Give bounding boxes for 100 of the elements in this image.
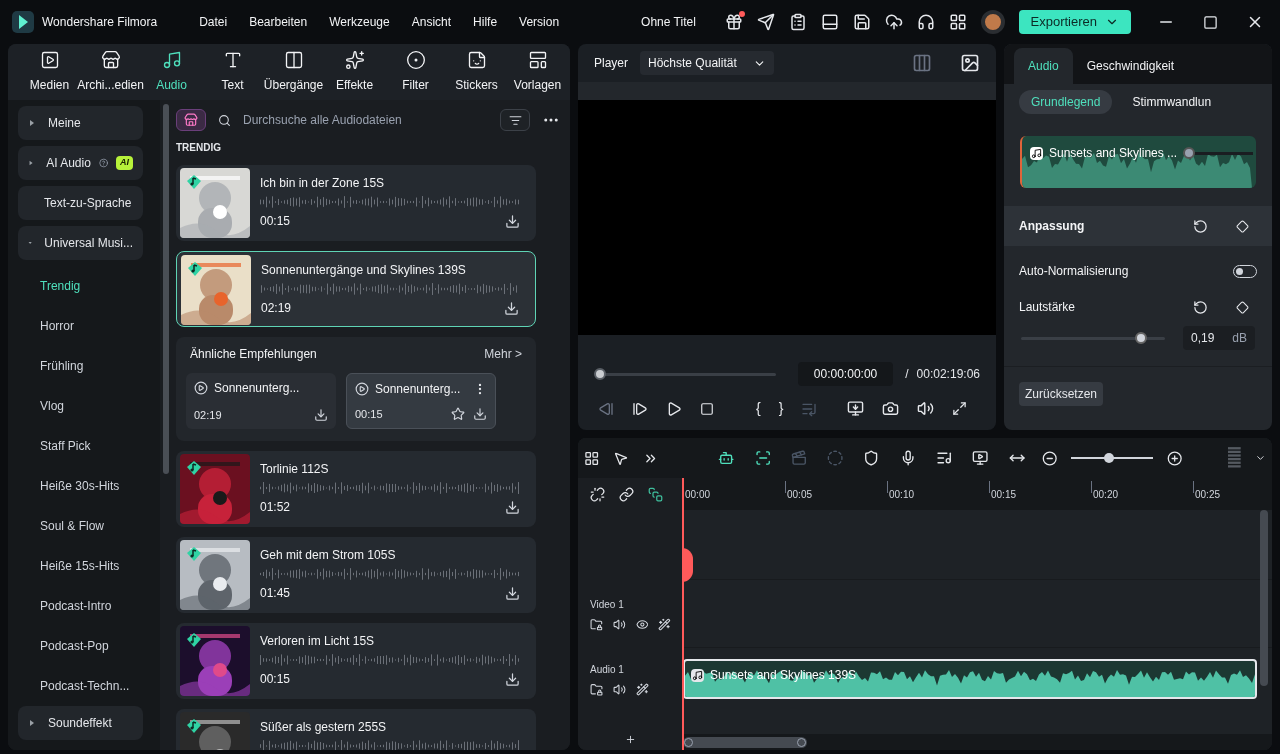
media-tab[interactable]: Filter	[386, 50, 445, 94]
save-icon[interactable]	[852, 13, 871, 31]
horizontal-scrollbar[interactable]	[683, 736, 807, 748]
stop-icon[interactable]	[700, 401, 714, 416]
star-icon[interactable]	[451, 406, 465, 421]
grid-icon[interactable]	[584, 449, 600, 467]
download-icon[interactable]	[473, 406, 487, 421]
caret-icon[interactable]	[28, 159, 35, 167]
previous-frame-icon[interactable]	[598, 400, 614, 417]
scrollbar-thumb[interactable]	[163, 104, 169, 474]
mark-out-button[interactable]: }	[778, 398, 784, 419]
subtab[interactable]: Stimmwandlun	[1120, 90, 1224, 114]
speaker-icon[interactable]	[613, 683, 626, 696]
keyframe-icon[interactable]	[1236, 300, 1249, 314]
menu-item[interactable]: Hilfe	[473, 13, 498, 31]
add-track-icon[interactable]	[625, 734, 636, 745]
maximize-icon[interactable]	[1203, 14, 1218, 30]
volume-field[interactable]: 0,19 dB	[1183, 326, 1255, 350]
track-height-icon[interactable]	[1228, 446, 1242, 470]
sidebar-item[interactable]: Heiße 30s-Hits	[18, 466, 160, 506]
reset-icon[interactable]	[1193, 299, 1208, 315]
headset-icon[interactable]	[916, 13, 935, 31]
unlink-icon[interactable]	[590, 486, 605, 502]
sidebar-group[interactable]: Meine	[18, 106, 143, 140]
media-tab[interactable]: Text	[203, 50, 262, 94]
display-icon[interactable]	[847, 400, 865, 417]
menu-item[interactable]: Werkzeuge	[329, 13, 390, 31]
track-card[interactable]: Sonnenuntergänge und Skylines 139S 02:19	[176, 251, 536, 327]
scan-icon[interactable]	[754, 449, 771, 467]
filter-button[interactable]	[500, 109, 530, 131]
zoom-thumb[interactable]	[1103, 453, 1114, 463]
cloud-upload-icon[interactable]	[884, 13, 903, 31]
menu-item[interactable]: Bearbeiten	[249, 13, 308, 31]
help-icon[interactable]	[98, 157, 108, 169]
slider-thumb[interactable]	[1134, 331, 1147, 344]
eye-icon[interactable]	[635, 618, 649, 631]
clip-icon[interactable]	[790, 449, 808, 467]
export-button[interactable]: Exportieren	[1018, 10, 1131, 34]
caret-icon[interactable]	[28, 119, 36, 127]
zoom-out-icon[interactable]	[1042, 449, 1058, 467]
reset-button[interactable]: Zurücksetzen	[1019, 382, 1104, 406]
apps-icon[interactable]	[948, 13, 967, 31]
lock-icon[interactable]	[590, 683, 603, 696]
mark-in-button[interactable]: {	[756, 398, 761, 419]
menu-item[interactable]: Version	[519, 13, 560, 31]
speaker-icon[interactable]	[612, 618, 626, 631]
volume-icon[interactable]	[917, 400, 935, 417]
recommendation-card[interactable]: Sonnenunterg... 02:19	[186, 373, 336, 429]
play-icon[interactable]	[355, 382, 369, 396]
media-tab[interactable]: Übergänge	[264, 50, 323, 94]
track-card[interactable]: Süßer als gestern 255S	[176, 709, 536, 750]
store-button[interactable]	[176, 109, 206, 131]
download-icon[interactable]	[505, 213, 520, 229]
sidebar-item[interactable]: Horror	[18, 306, 160, 346]
wand-icon[interactable]	[658, 618, 671, 631]
recommendation-card[interactable]: Sonnenunterg... 00:15	[346, 373, 496, 429]
playhead-handle[interactable]	[682, 548, 693, 582]
menu-item[interactable]: Ansicht	[411, 13, 452, 31]
inspector-tab[interactable]: Audio	[1014, 48, 1073, 84]
download-icon[interactable]	[505, 499, 520, 515]
keyframe-icon[interactable]	[1236, 219, 1249, 233]
fullscreen-icon[interactable]	[952, 401, 968, 416]
image-icon[interactable]	[960, 53, 980, 73]
media-tab[interactable]: Stickers	[447, 50, 506, 94]
preview-icon[interactable]	[972, 449, 989, 467]
inspector-tab[interactable]: Geschwindigkeit	[1072, 48, 1189, 84]
subtab[interactable]: Grundlegend	[1019, 90, 1113, 114]
sidebar-item[interactable]: Podcast-Intro	[18, 586, 160, 626]
media-tab[interactable]: Vorlagen	[508, 50, 567, 94]
zoom-in-icon[interactable]	[1167, 449, 1183, 467]
shield-icon[interactable]	[863, 449, 880, 467]
more-link[interactable]: Mehr >	[484, 345, 522, 363]
task-list-icon[interactable]	[788, 13, 807, 31]
search-field[interactable]: Durchsuche alle Audiodateien	[243, 111, 500, 129]
sidebar-item[interactable]: Podcast-Pop	[18, 626, 160, 666]
caret-icon[interactable]	[28, 719, 36, 727]
media-tab[interactable]: Effekte	[325, 50, 384, 94]
sidebar-item[interactable]: Soul & Flow	[18, 506, 160, 546]
sidebar-item[interactable]: Podcast-Techn...	[18, 666, 160, 706]
wand-icon[interactable]	[636, 683, 649, 696]
progress-thumb[interactable]	[594, 368, 606, 380]
avatar[interactable]	[980, 10, 1005, 34]
sidebar-group[interactable]: Soundeffekt	[18, 706, 143, 740]
track-card[interactable]: Verloren im Licht 15S 00:15	[176, 623, 536, 699]
sidebar-group[interactable]: Universal Musi...	[18, 226, 143, 260]
next-frame-icon[interactable]	[632, 400, 648, 417]
layout-icon[interactable]	[820, 13, 839, 31]
send-icon[interactable]	[756, 13, 775, 31]
sidebar-item[interactable]: Heiße 15s-Hits	[18, 546, 160, 586]
camera-icon[interactable]	[882, 400, 900, 417]
track-card[interactable]: Torlinie 112S 01:52	[176, 451, 536, 527]
sidebar-group[interactable]: Text-zu-Sprache	[18, 186, 143, 220]
gift-icon[interactable]	[724, 13, 743, 31]
sidebar-item[interactable]: Vlog	[18, 386, 160, 426]
download-icon[interactable]	[504, 300, 519, 316]
track-card[interactable]: Geh mit dem Strom 105S 01:45	[176, 537, 536, 613]
menu-item[interactable]: Datei	[199, 13, 228, 31]
download-icon[interactable]	[505, 671, 520, 687]
quality-dropdown[interactable]: Höchste Qualität	[640, 51, 774, 75]
sidebar-item[interactable]: Frühling	[18, 346, 160, 386]
